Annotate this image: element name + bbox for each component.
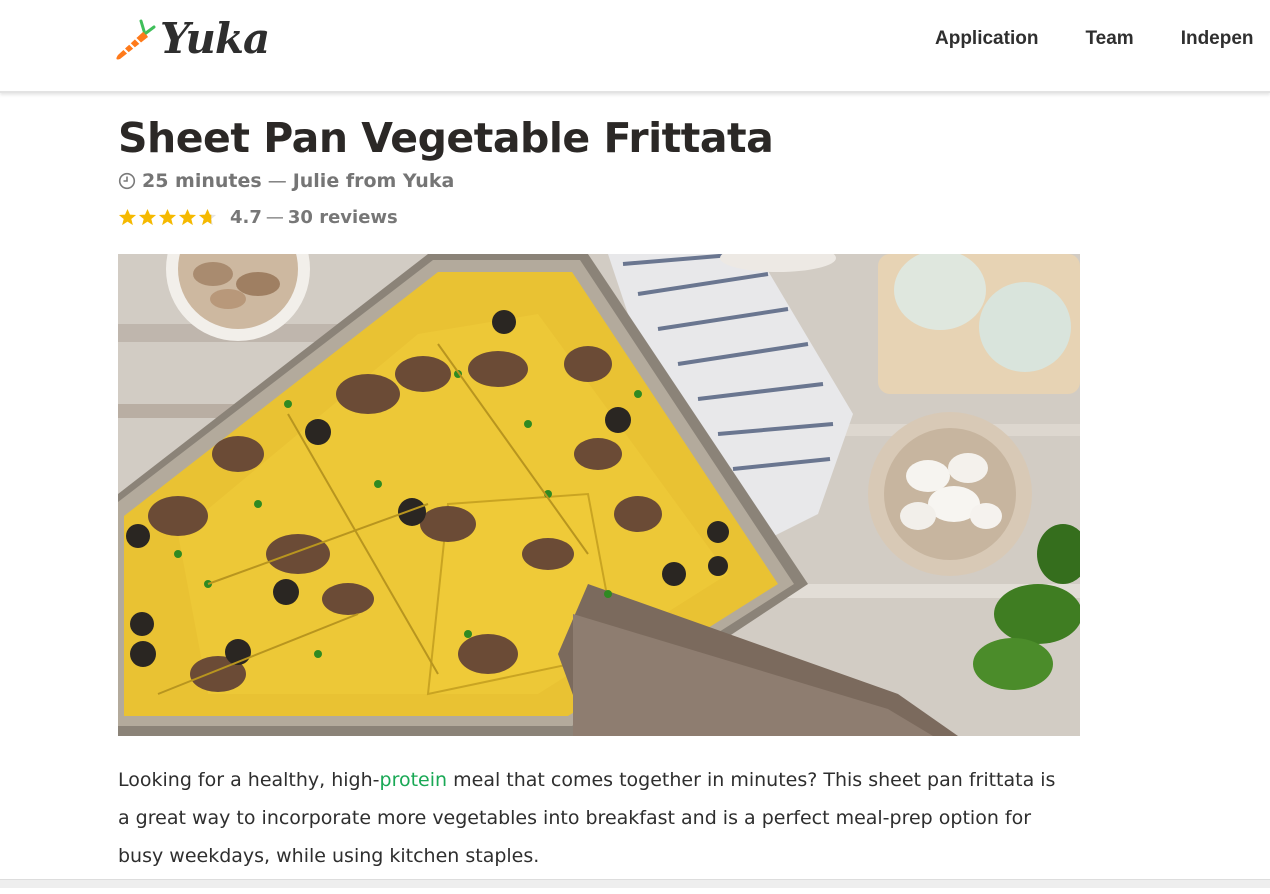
recipe-duration: 25 minutes: [142, 170, 262, 192]
rating-value: 4.7: [230, 206, 262, 228]
protein-link[interactable]: protein: [380, 769, 448, 791]
carrot-icon: [116, 19, 156, 60]
frittata-photo: [118, 254, 1080, 736]
nav-team[interactable]: Team: [1085, 28, 1133, 50]
recipe-hero-image: [118, 254, 1080, 736]
clock-icon: [118, 172, 136, 190]
nav-application[interactable]: Application: [935, 28, 1038, 50]
star-icon: [138, 208, 157, 225]
star-rating: [118, 208, 218, 227]
logo-wordmark: Yuka: [160, 13, 270, 63]
star-icon: [158, 208, 177, 225]
recipe-author[interactable]: Julie from Yuka: [293, 170, 455, 192]
star-icon: [118, 208, 137, 225]
yuka-logo[interactable]: Yuka: [110, 13, 270, 66]
nav-independence[interactable]: Indepen: [1181, 28, 1254, 50]
main-nav: Application Team Indepen: [935, 28, 1270, 50]
intro-text-start: Looking for a healthy, high-: [118, 769, 380, 791]
review-count[interactable]: 30 reviews: [288, 207, 398, 228]
recipe-meta: 25 minutes — Julie from Yuka: [118, 166, 1080, 196]
recipe-content: Sheet Pan Vegetable Frittata 25 minutes …: [118, 91, 1080, 894]
meta-separator: —: [267, 170, 287, 192]
star-icon: [178, 208, 197, 225]
site-header: Yuka Application Team Indepen: [0, 0, 1270, 93]
rating-separator: —: [265, 206, 284, 228]
recipe-title: Sheet Pan Vegetable Frittata: [118, 114, 774, 162]
recipe-intro: Looking for a healthy, high-protein meal…: [118, 761, 1068, 875]
recipe-rating: 4.7 — 30 reviews: [118, 204, 1080, 230]
star-half-icon: [198, 208, 217, 225]
